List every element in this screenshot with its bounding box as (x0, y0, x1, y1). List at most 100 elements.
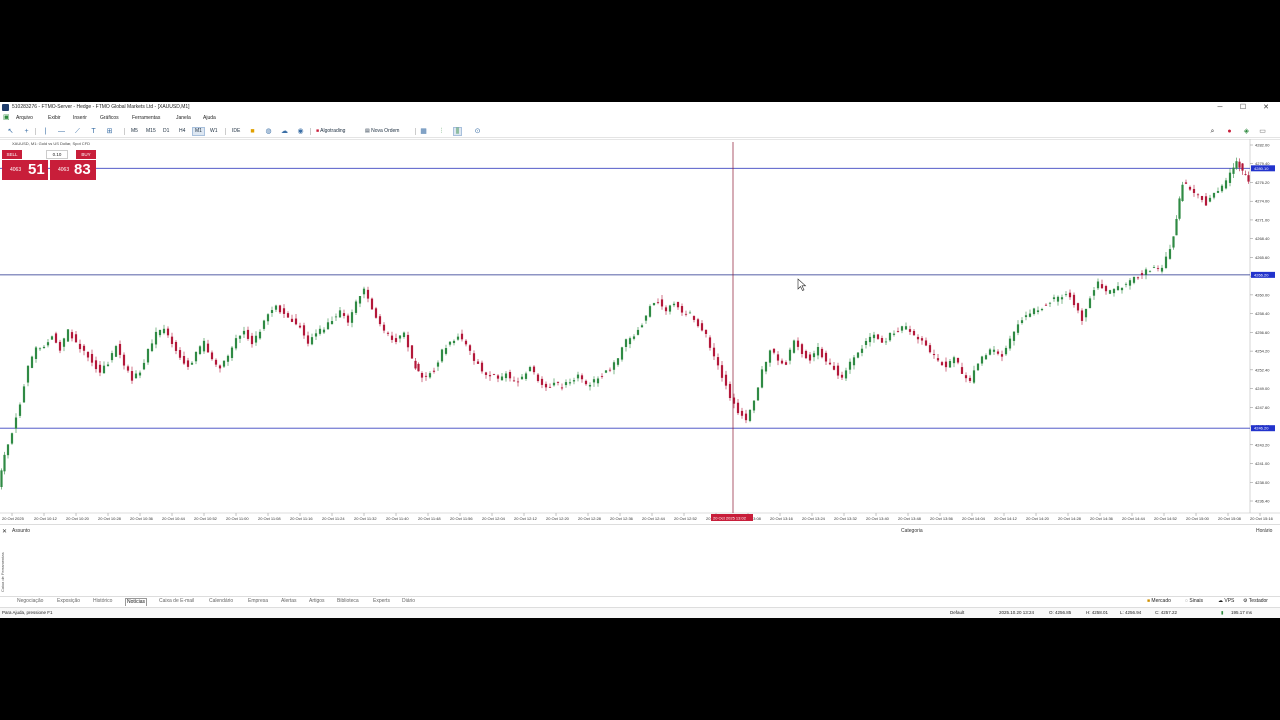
candle-body (940, 362, 944, 366)
crosshair-icon[interactable]: + (22, 127, 31, 136)
x-tick-label: 20 Oct 11:08 (258, 516, 281, 521)
algotrading-button[interactable]: ■ Algotrading (314, 127, 347, 136)
candle-body (1112, 289, 1116, 294)
candle-body (568, 382, 572, 384)
candle-body (484, 372, 488, 375)
candle-body (198, 346, 202, 354)
candle-body (1232, 167, 1235, 174)
grid-icon[interactable]: ▦ (419, 127, 428, 136)
timeframe-w1[interactable]: W1 (208, 127, 220, 136)
price-tag-label: 4246.20 (1254, 426, 1269, 431)
column-category[interactable]: Categoria (901, 528, 923, 534)
candle-body (596, 378, 600, 384)
candle-body (66, 329, 70, 342)
menu-janela[interactable]: Janela (176, 113, 191, 123)
candle-body (760, 369, 764, 388)
minimize-button[interactable]: ─ (1214, 102, 1226, 113)
menu-ajuda[interactable]: Ajuda (203, 113, 216, 123)
connection-icon: ▮ (1221, 610, 1224, 615)
text-tool-icon[interactable]: T (89, 127, 98, 136)
signals-button[interactable]: ◌ Sinais (1185, 598, 1203, 605)
menu-arquivo[interactable]: Arquivo (16, 113, 33, 123)
candle-body (346, 315, 350, 323)
timeframe-h4[interactable]: H4 (177, 127, 187, 136)
tab-historico[interactable]: Histórico (93, 598, 112, 605)
tab-empresa[interactable]: Empresa (248, 598, 268, 605)
app-menu-icon[interactable]: ▣ (3, 113, 10, 123)
tab-negociacao[interactable]: Negociação (17, 598, 43, 605)
shapes-icon[interactable]: ⊞ (105, 127, 114, 136)
tab-biblioteca[interactable]: Biblioteca (337, 598, 359, 605)
toolbox-tabs: Negociação Exposição Histórico Notícias … (0, 596, 1280, 606)
cloud-icon[interactable]: ☁ (280, 127, 289, 136)
tester-button[interactable]: ⚙ Testador (1243, 598, 1268, 605)
column-subject[interactable]: Assunto (12, 528, 30, 534)
candle-body (1140, 273, 1144, 275)
menu-inserir[interactable]: Inserir (73, 113, 87, 123)
chat-icon[interactable]: ▭ (1258, 127, 1267, 136)
timeframe-m15[interactable]: M15 (144, 127, 158, 136)
search-icon[interactable]: ⌕ (1208, 127, 1217, 136)
tab-calendario[interactable]: Calendário (209, 598, 233, 605)
maximize-button[interactable]: ☐ (1237, 102, 1249, 113)
candles-icon[interactable]: ⫼ (453, 127, 462, 136)
tab-experts[interactable]: Experts (373, 598, 390, 605)
tab-caixa-email[interactable]: Caixa de E-mail (159, 598, 194, 605)
price-chart[interactable]: 4282.00 4279.40 4276.20 4274.00 4271.00 4268.… (0, 139, 1280, 523)
close-button[interactable]: ✕ (1260, 102, 1272, 113)
x-tick-label: 20 Oct 13:56 (930, 516, 954, 521)
cursor-icon[interactable]: ↖ (6, 127, 15, 136)
ide-button[interactable]: IDE (230, 127, 242, 136)
buy-button[interactable]: BUY (76, 150, 96, 159)
tab-artigos[interactable]: Artigos (309, 598, 325, 605)
candlestick-plot[interactable]: 4282.004279.404276.204274.004271.004268.… (0, 139, 1280, 523)
y-tick-label: 4274.00 (1255, 199, 1270, 204)
candle-body (266, 314, 270, 322)
notifications-icon[interactable]: ● (1225, 127, 1234, 136)
menu-ferramentas[interactable]: Ferramentas (132, 113, 160, 123)
menu-graficos[interactable]: Gráficos (100, 113, 119, 123)
status-profile[interactable]: Default (950, 610, 964, 615)
tab-diario[interactable]: Diário (402, 598, 415, 605)
candle-body (118, 343, 122, 355)
candle-body (378, 316, 382, 325)
candle-body (1044, 304, 1048, 306)
candle-body (520, 376, 524, 380)
globe-icon[interactable]: ◉ (296, 127, 305, 136)
timeframe-m1[interactable]: M1 (192, 127, 205, 136)
signal-icon[interactable]: ◍ (264, 127, 273, 136)
buy-price[interactable]: 4063 83 (50, 160, 96, 180)
tab-exposicao[interactable]: Exposição (57, 598, 80, 605)
volume-input[interactable]: 0.10 (46, 150, 68, 159)
market-button[interactable]: ■ Mercado (1147, 598, 1171, 605)
toolbox-close-button[interactable]: ✕ (2, 528, 7, 535)
candle-body (840, 374, 844, 378)
tab-noticias[interactable]: Notícias (125, 598, 148, 606)
new-order-button[interactable]: ▤ Nova Ordem (363, 127, 401, 136)
lock-icon[interactable]: ■ (248, 127, 257, 136)
sell-price[interactable]: 4063 51 (2, 160, 48, 180)
menu-exibir[interactable]: Exibir (48, 113, 61, 123)
candle-body (868, 336, 872, 343)
tab-alertas[interactable]: Alertas (281, 598, 297, 605)
candle-body (250, 335, 254, 345)
vps-button[interactable]: ☁ VPS (1218, 598, 1234, 605)
horizontal-line-icon[interactable]: — (57, 127, 66, 136)
timeframe-d1[interactable]: D1 (161, 127, 171, 136)
candle-body (688, 312, 692, 314)
column-time[interactable]: Horário (1256, 528, 1272, 534)
sell-button[interactable]: SELL (2, 150, 22, 159)
trendline-icon[interactable]: ⟋ (73, 127, 82, 136)
candle-body (318, 328, 322, 334)
timeframe-m5[interactable]: M5 (129, 127, 140, 136)
x-tick-label: 20 Oct 2025 (2, 516, 25, 521)
account-icon[interactable]: ◈ (1242, 127, 1251, 136)
screenshot-icon[interactable]: ⊙ (473, 127, 482, 136)
status-datetime: 2025.10.20 13:24 (999, 610, 1035, 615)
y-tick-label: 4268.40 (1255, 236, 1270, 241)
candle-body (262, 320, 266, 329)
bar-chart-icon[interactable]: ⫶ (437, 127, 446, 136)
candle-body (600, 376, 604, 377)
candle-body (720, 365, 724, 378)
vertical-line-icon[interactable]: | (41, 127, 50, 136)
